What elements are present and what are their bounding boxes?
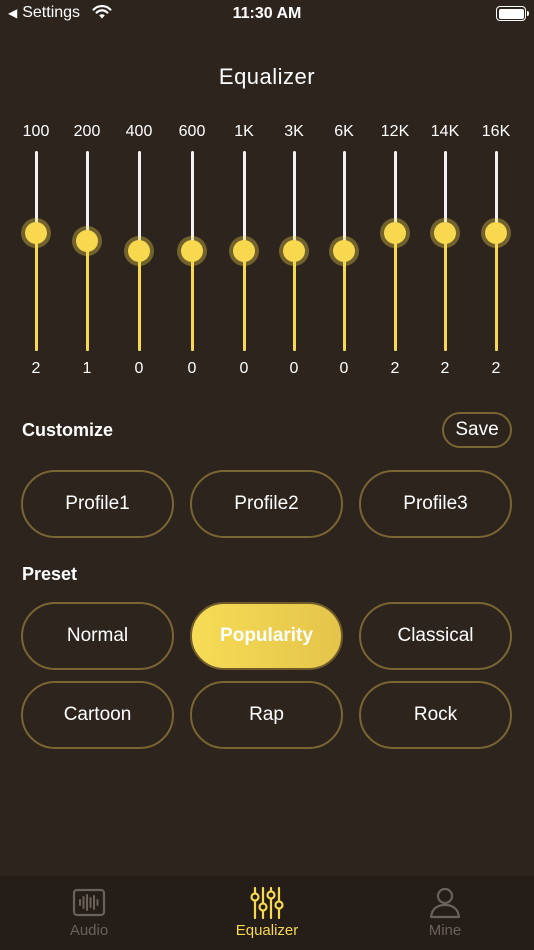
band-slider-knob[interactable] xyxy=(333,240,355,262)
band-slider-fill xyxy=(494,233,498,351)
preset-label: Preset xyxy=(22,564,78,584)
tab-equalizer-label: Equalizer xyxy=(235,922,299,939)
preset-normal[interactable]: Normal xyxy=(21,602,174,670)
band-frequency-label: 600 xyxy=(178,123,206,140)
band-slider-knob[interactable] xyxy=(485,222,507,244)
preset-rock[interactable]: Rock xyxy=(359,681,512,749)
band-slider-fill xyxy=(190,251,194,351)
eq-band-200: 200 1 xyxy=(57,120,117,390)
band-slider-knob[interactable] xyxy=(76,230,98,252)
save-button[interactable]: Save xyxy=(442,412,512,448)
band-frequency-label: 200 xyxy=(73,123,101,140)
band-slider-fill xyxy=(137,251,141,351)
band-slider-fill xyxy=(242,251,246,351)
band-gain-value: 0 xyxy=(187,360,197,377)
band-slider-knob[interactable] xyxy=(128,240,150,262)
sliders-icon xyxy=(250,886,284,920)
band-slider-knob[interactable] xyxy=(233,240,255,262)
band-slider-fill xyxy=(443,233,447,351)
band-slider-knob[interactable] xyxy=(181,240,203,262)
band-slider-fill xyxy=(393,233,397,351)
eq-band-600: 600 0 xyxy=(162,120,222,390)
tab-mine-label: Mine xyxy=(428,922,462,939)
band-gain-value: 1 xyxy=(82,360,92,377)
band-slider-fill xyxy=(292,251,296,351)
page-title: Equalizer xyxy=(218,64,316,89)
eq-band-400: 400 0 xyxy=(109,120,169,390)
band-gain-value: 2 xyxy=(491,360,501,377)
band-slider-fill xyxy=(85,241,89,351)
profile3-button[interactable]: Profile3 xyxy=(359,470,512,538)
tab-audio[interactable]: Audio xyxy=(0,876,178,950)
customize-label: Customize xyxy=(22,420,114,440)
battery-icon xyxy=(496,6,529,21)
band-frequency-label: 400 xyxy=(125,123,153,140)
preset-rap[interactable]: Rap xyxy=(190,681,343,749)
band-slider-fill xyxy=(342,251,346,351)
band-slider-fill xyxy=(34,233,38,351)
tab-equalizer[interactable]: Equalizer xyxy=(178,876,356,950)
tab-mine[interactable]: Mine xyxy=(356,876,534,950)
band-gain-value: 0 xyxy=(134,360,144,377)
waveform-icon xyxy=(72,888,106,917)
status-time: 11:30 AM xyxy=(232,5,302,22)
equalizer-bands: 100 2 200 1 400 0 600 0 1K 0 3K 0 6K 0 12K 2 14K 2 16K 2 xyxy=(0,120,534,390)
profile1-button[interactable]: Profile1 xyxy=(21,470,174,538)
preset-classical[interactable]: Classical xyxy=(359,602,512,670)
preset-cartoon[interactable]: Cartoon xyxy=(21,681,174,749)
band-slider-knob[interactable] xyxy=(434,222,456,244)
tab-bar: Audio Equalizer Mine xyxy=(0,876,534,950)
band-slider-knob[interactable] xyxy=(283,240,305,262)
band-slider-knob[interactable] xyxy=(384,222,406,244)
eq-band-16k: 16K 2 xyxy=(466,120,526,390)
person-icon xyxy=(429,887,461,919)
band-frequency-label: 16K xyxy=(481,123,511,140)
band-slider-knob[interactable] xyxy=(25,222,47,244)
preset-popularity[interactable]: Popularity xyxy=(190,602,343,670)
tab-audio-label: Audio xyxy=(69,922,109,939)
profile2-button[interactable]: Profile2 xyxy=(190,470,343,538)
status-bar: ◀ Settings 11:30 AM xyxy=(0,0,534,30)
